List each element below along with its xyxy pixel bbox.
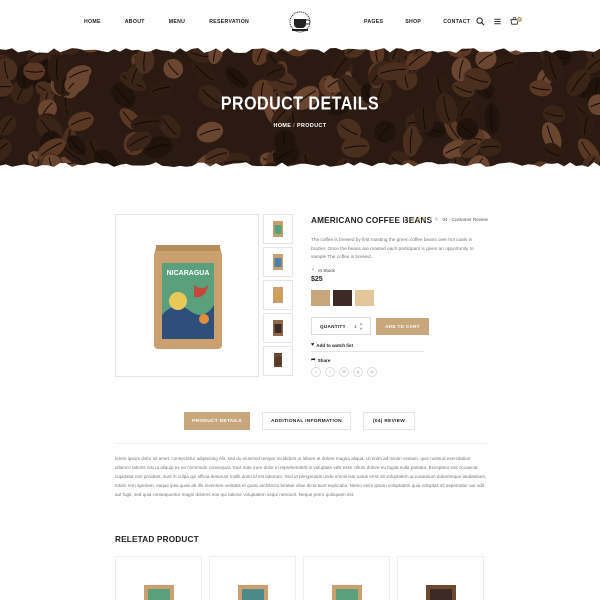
google-plus-icon[interactable]: g <box>353 367 363 377</box>
product-thumbnail-image <box>332 585 362 600</box>
quantity-stepper[interactable]: QUANTITY 1 ▴ ▾ <box>311 317 371 335</box>
social-share-buttons: t f ✉ g ◎ <box>311 367 381 377</box>
search-icon[interactable] <box>476 17 485 26</box>
thumbnail-image <box>273 320 283 336</box>
product-description: The coffee is brewed by first roasting t… <box>311 237 474 260</box>
review-count[interactable]: 04 - Customer Review <box>442 217 487 222</box>
main-nav-right: PAGES SHOP CONTACT <box>364 19 492 25</box>
brand-logo[interactable] <box>287 11 313 35</box>
tab-review[interactable]: (04) REVIEW <box>363 412 415 430</box>
product-thumbnail[interactable] <box>263 313 293 343</box>
star-icon: ★ <box>433 217 440 223</box>
related-product-card[interactable] <box>397 556 484 600</box>
nav-shop[interactable]: SHOP <box>405 19 421 25</box>
tab-content: lorem ipsum dolor sit amet, consectetur … <box>115 456 487 497</box>
product-price: $25 <box>311 276 323 283</box>
cart-count-badge: 0 <box>517 17 522 22</box>
product-thumbnail[interactable] <box>263 280 293 310</box>
product-tabs: PRODUCT DETAILS ADDITIONAL INFORMATION (… <box>184 412 427 430</box>
product-thumbnail-image <box>144 585 174 600</box>
color-swatches <box>311 290 377 306</box>
email-icon[interactable]: ✉ <box>339 367 349 377</box>
product-thumbnail-image <box>426 585 456 600</box>
facebook-icon[interactable]: f <box>325 367 335 377</box>
quantity-value[interactable]: 1 <box>354 324 357 329</box>
thumbnail-image <box>273 254 283 270</box>
product-thumbnail[interactable] <box>263 214 293 244</box>
share-section: ➦ Share <box>311 357 330 363</box>
package-label: NICARAGUA <box>167 270 210 277</box>
share-label: Share <box>317 357 331 363</box>
nav-reservation[interactable]: RESERVATION <box>209 19 249 25</box>
add-to-cart-button[interactable]: ADD TO CART <box>376 318 429 335</box>
product-main-image[interactable]: NICARAGUA <box>115 214 259 377</box>
tab-product-details[interactable]: PRODUCT DETAILS <box>184 412 250 430</box>
menu-icon[interactable] <box>493 17 502 26</box>
related-products-title: RELETAD PRODUCT <box>115 535 199 544</box>
site-header: HOME ABOUT MENU RESERVATION PAGES SHOP C… <box>0 0 600 46</box>
related-product-card[interactable] <box>303 556 390 600</box>
add-to-watchlist-link[interactable]: ♥ Add to watch list <box>311 342 353 348</box>
quantity-label: QUANTITY <box>320 324 346 329</box>
color-swatch[interactable] <box>355 290 374 306</box>
thumbnail-image <box>274 353 282 367</box>
share-icon: ➦ <box>311 357 316 363</box>
check-icon: ✓ <box>311 267 316 273</box>
thumbnail-image <box>273 221 283 237</box>
breadcrumb-home[interactable]: HOME <box>274 123 292 129</box>
product-rating[interactable]: ★★★★★ 04 - Customer Review <box>404 216 488 223</box>
color-swatch[interactable] <box>333 290 352 306</box>
main-nav-left: HOME ABOUT MENU RESERVATION <box>84 19 273 25</box>
twitter-icon[interactable]: t <box>311 367 321 377</box>
watchlist-label: Add to watch list <box>316 342 354 348</box>
divider <box>311 351 424 352</box>
related-product-card[interactable] <box>115 556 202 600</box>
page-title: PRODUCT DETAILS <box>220 94 380 115</box>
product-thumbnail[interactable] <box>263 346 293 376</box>
color-swatch[interactable] <box>311 290 330 306</box>
nav-contact[interactable]: CONTACT <box>443 19 470 25</box>
heart-icon: ♥ <box>311 342 315 348</box>
thumbnail-image <box>273 287 283 303</box>
coffee-bag-image: NICARAGUA <box>154 245 222 349</box>
product-thumbnail[interactable] <box>263 247 293 277</box>
rating-stars: ★★★★★ <box>410 216 439 223</box>
stock-status: ✓ In Stock <box>311 267 335 273</box>
product-thumbnails <box>263 214 293 379</box>
divider <box>115 443 487 444</box>
product-thumbnail-image <box>238 585 268 600</box>
nav-about[interactable]: ABOUT <box>125 19 145 25</box>
tab-additional-information[interactable]: ADDITIONAL INFORMATION <box>262 412 351 430</box>
breadcrumb: HOME / PRODUCT <box>0 123 600 129</box>
link-icon[interactable]: ◎ <box>367 367 377 377</box>
breadcrumb-current: PRODUCT <box>297 123 327 129</box>
stock-label: In Stock <box>318 267 335 273</box>
nav-home[interactable]: HOME <box>84 19 101 25</box>
stepper-arrows-icon[interactable]: ▴ ▾ <box>360 321 362 331</box>
nav-menu[interactable]: MENU <box>169 19 185 25</box>
related-product-card[interactable] <box>209 556 296 600</box>
nav-pages[interactable]: PAGES <box>364 19 383 25</box>
